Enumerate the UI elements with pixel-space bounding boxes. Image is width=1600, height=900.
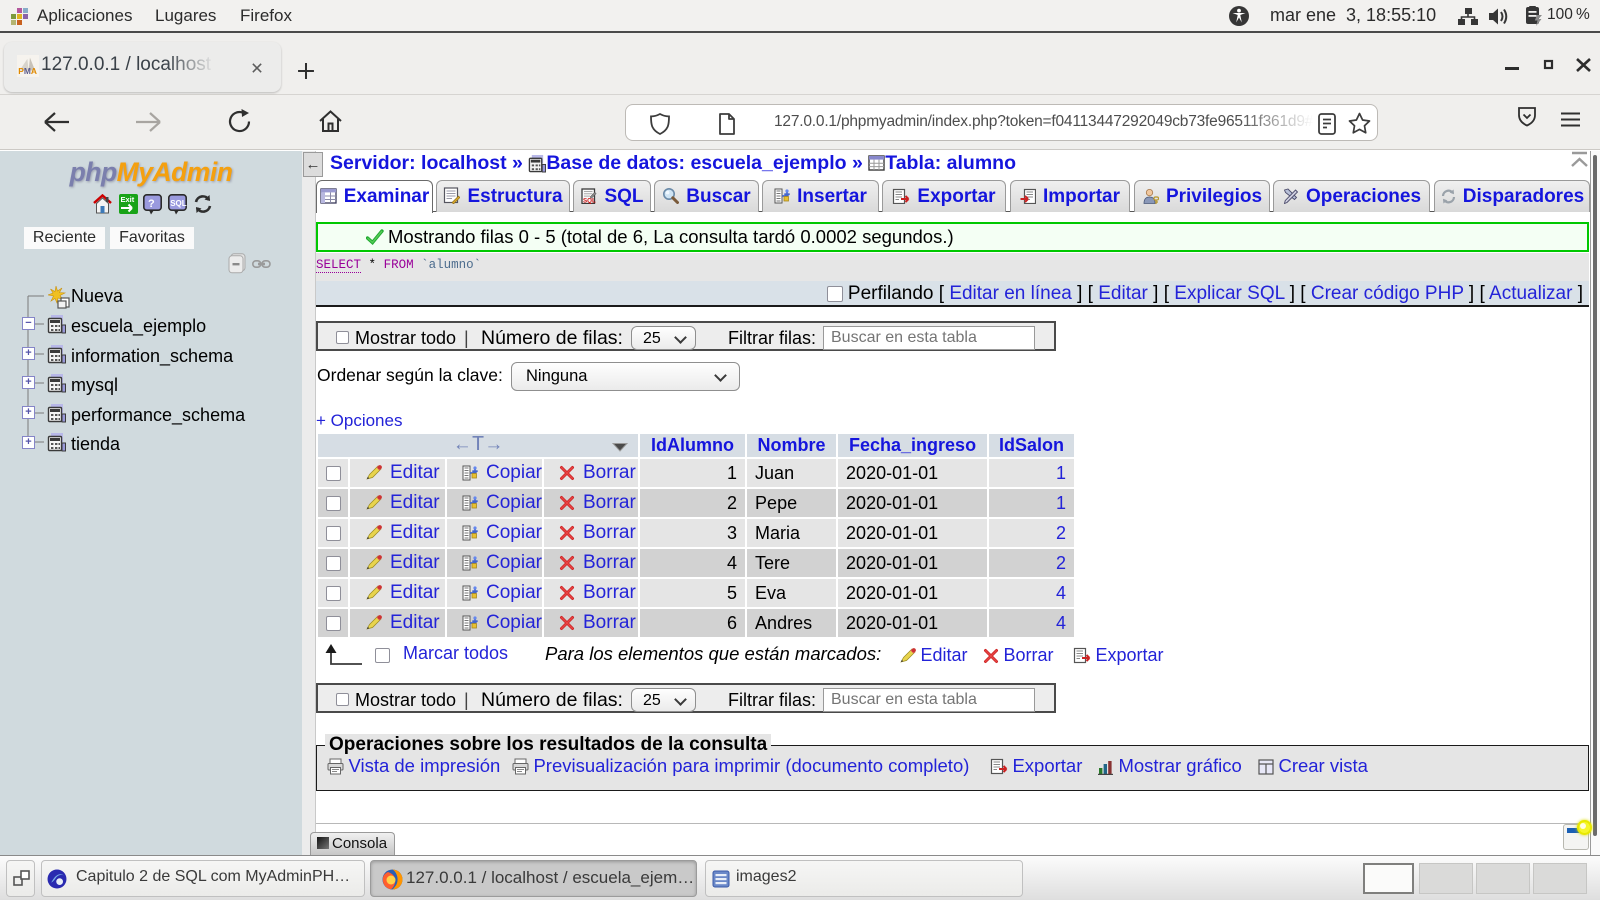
svg-text:PMA: PMA <box>18 66 37 76</box>
svg-text:Exit: Exit <box>121 195 135 204</box>
svg-text:SQL: SQL <box>170 199 187 208</box>
svg-text:?: ? <box>148 198 155 210</box>
